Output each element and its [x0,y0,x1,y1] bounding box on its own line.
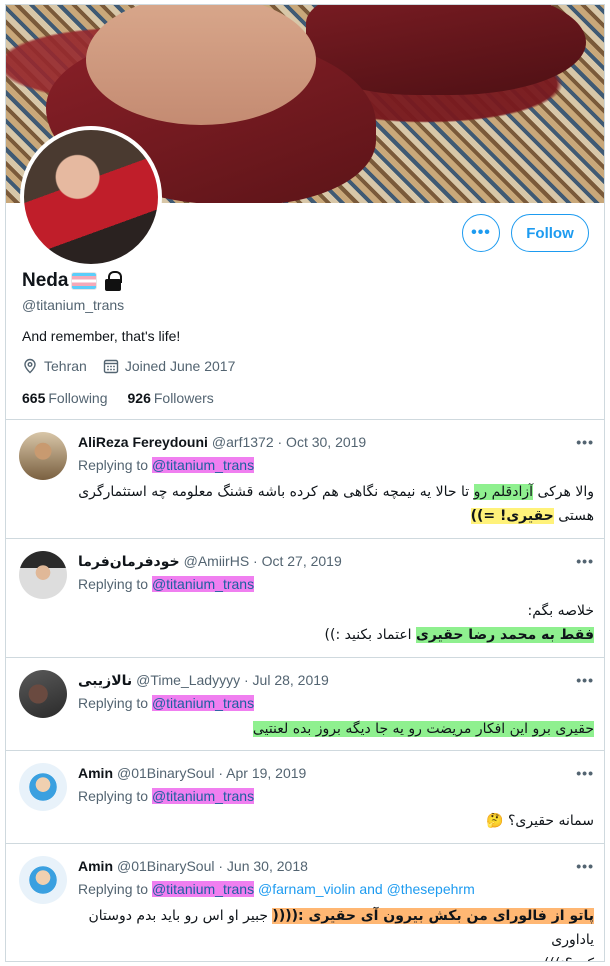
tweet-text-part: تا حالا یه نیمچه نگاهی هم کرده باشه قشنگ… [78,484,470,500]
profile-joined: Joined June 2017 [124,358,236,374]
tweet-meta: @01BinarySoul · Apr 19, 2019 [117,765,307,781]
tweet-meta: @01BinarySoul · Jun 30, 2018 [117,858,308,874]
tweet-author[interactable]: نالازیبی [78,672,132,688]
tweet-more-icon[interactable]: ••• [576,434,594,450]
reply-mention[interactable]: @titanium_trans [151,881,255,897]
reply-mention-others[interactable]: @farnam_violin and @thesepehrm [258,881,475,897]
tweet-author[interactable]: AliReza Fereydouni [78,434,208,450]
profile-avatar[interactable] [20,126,162,268]
tweet-header: Amin @01BinarySoul · Apr 19, 2019 [78,765,306,781]
tweet-item[interactable]: Amin @01BinarySoul · Apr 19, 2019 ••• Rep… [6,751,604,844]
tweet-author[interactable]: Amin [78,765,113,781]
tweet-header: خودفرمان‌فرما @AmiirHS · Oct 27, 2019 [78,553,342,570]
replying-label: Replying to [78,881,149,897]
reply-mention[interactable]: @titanium_trans [151,788,255,804]
profile-bio: And remember, that's life! [22,328,181,344]
replying-to: Replying to @titanium_trans [78,695,255,711]
tweet-highlight: فقط به محمد رضا حقیری [416,627,594,643]
tweet-header: Amin @01BinarySoul · Jun 30, 2018 [78,858,308,874]
tweet-text-part: کنن؟:))) [78,952,594,961]
reply-mention[interactable]: @titanium_trans [151,695,255,711]
tweet-item[interactable]: AliReza Fereydouni @arf1372 · Oct 30, 201… [6,420,604,539]
tweet-text-part: اعتماد بکنید :)) [324,627,412,643]
replying-label: Replying to [78,788,149,804]
tweet-more-icon[interactable]: ••• [576,553,594,569]
tweet-item[interactable]: خودفرمان‌فرما @AmiirHS · Oct 27, 2019 •••… [6,539,604,658]
followers-link[interactable]: 926 Followers [128,390,214,406]
profile-handle: @titanium_trans [22,297,125,313]
replying-to: Replying to @titanium_trans [78,576,255,592]
profile-meta: Tehran Joined June 2017 [22,358,235,374]
tweet-more-icon[interactable]: ••• [576,765,594,781]
profile-location: Tehran [44,358,87,374]
replying-to: Replying to @titanium_trans [78,457,255,473]
tweet-text-part: والا هرکی [537,484,594,500]
avatar[interactable] [19,432,67,480]
tweet-text-part: سمانه حقیری؟ 🤔 [486,813,594,829]
reply-mention[interactable]: @titanium_trans [151,457,255,473]
tweet-text: خلاصه بگم: فقط به محمد رضا حقیری اعتماد … [78,599,594,647]
tweet-text: پاتو از فالورای من بکش بیرون آی حقیری :(… [78,904,594,961]
tweet-text: سمانه حقیری؟ 🤔 [78,809,594,833]
tweet-meta: @arf1372 · Oct 30, 2019 [211,434,367,450]
profile-name: Neda [22,270,69,291]
replying-label: Replying to [78,695,149,711]
tweet-author[interactable]: Amin [78,858,113,874]
profile-name-row: Neda [22,270,123,292]
tweet-highlight: آزادقلم رو [473,484,534,500]
tweet-highlight: حقیری برو این افکار مریضت رو یه جا دیگه … [252,721,594,737]
followers-label: Followers [153,390,214,406]
avatar[interactable] [19,763,67,811]
tweet-meta: @Time_Ladyyyy · Jul 28, 2019 [136,672,329,688]
lock-icon [104,271,123,291]
tweet-more-icon[interactable]: ••• [576,858,594,874]
avatar[interactable] [19,670,67,718]
tweet-author[interactable]: خودفرمان‌فرما [78,553,180,569]
more-options-button[interactable]: ••• [462,214,500,252]
tweet-item[interactable]: Amin @01BinarySoul · Jun 30, 2018 ••• Rep… [6,844,604,961]
avatar[interactable] [19,551,67,599]
replying-to: Replying to @titanium_trans @farnam_viol… [78,881,475,897]
replying-label: Replying to [78,457,149,473]
profile-counts: 665 Following 926 Followers [22,390,214,406]
tweet-header: AliReza Fereydouni @arf1372 · Oct 30, 201… [78,434,366,450]
tweet-text-part: خلاصه بگم: [527,603,594,619]
tweet-highlight: حقیری! =)) [470,508,554,524]
tweet-meta: @AmiirHS · Oct 27, 2019 [183,553,342,569]
calendar-icon [103,359,119,374]
replying-to: Replying to @titanium_trans [78,788,255,804]
tweet-item[interactable]: نالازیبی @Time_Ladyyyy · Jul 28, 2019 •••… [6,658,604,751]
following-label: Following [48,390,108,406]
location-icon [24,358,36,374]
following-count: 665 [22,390,46,406]
tweet-text: والا هرکی آزادقلم رو تا حالا یه نیمچه نگ… [78,480,594,528]
following-link[interactable]: 665 Following [22,390,108,406]
profile-frame: ••• Follow Neda @titanium_trans And reme… [5,4,605,962]
trans-flag-icon [71,272,98,290]
tweet-highlight: پاتو از فالورای من بکش بیرون آی حقیری :(… [272,908,594,924]
tweet-text-part: هستی [558,508,594,524]
tweet-header: نالازیبی @Time_Ladyyyy · Jul 28, 2019 [78,672,329,689]
tweet-text: حقیری برو این افکار مریضت رو یه جا دیگه … [78,717,594,741]
replying-label: Replying to [78,576,149,592]
reply-mention[interactable]: @titanium_trans [151,576,255,592]
avatar[interactable] [19,856,67,904]
follow-button[interactable]: Follow [511,214,589,252]
followers-count: 926 [127,390,151,406]
tweet-more-icon[interactable]: ••• [576,672,594,688]
